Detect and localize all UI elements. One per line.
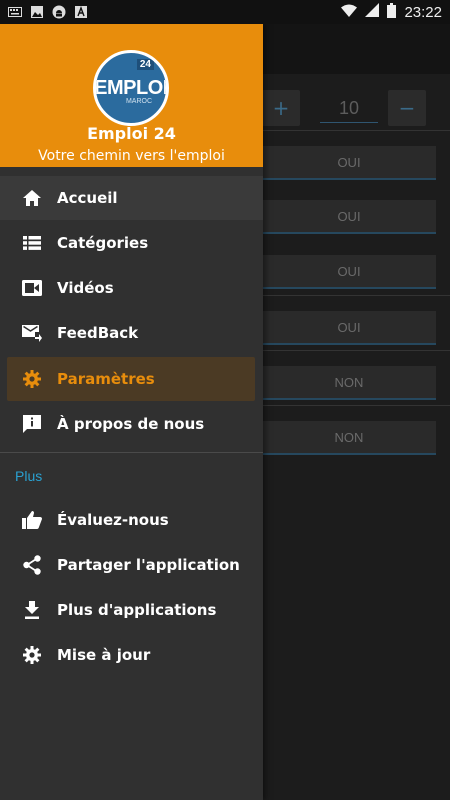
- menu-item-label: Catégories: [57, 234, 149, 252]
- wifi-icon: [341, 4, 358, 21]
- divider: [262, 350, 450, 351]
- menu-item-parametres[interactable]: Paramètres: [7, 357, 255, 401]
- menu-item-label: Mise à jour: [57, 646, 151, 664]
- menu-item-evaluez-nous[interactable]: Évaluez-nous: [0, 498, 263, 542]
- image-icon: [30, 6, 44, 18]
- menu-item-partager[interactable]: Partager l'application: [0, 543, 263, 587]
- battery-icon: [387, 2, 397, 22]
- menu-item-accueil[interactable]: Accueil: [0, 176, 263, 220]
- home-icon: [22, 188, 42, 208]
- logo-text: EMPLOI: [94, 77, 168, 99]
- logo-badge: 24: [136, 59, 154, 70]
- list-icon: [22, 233, 42, 253]
- toggle-button[interactable]: OUI: [262, 311, 436, 345]
- app-tagline: Votre chemin vers l'emploi: [38, 148, 225, 164]
- menu-item-label: À propos de nous: [57, 415, 205, 433]
- menu-item-a-propos[interactable]: À propos de nous: [0, 402, 263, 446]
- quantity-stepper: + 10 −: [262, 90, 450, 126]
- divider: [262, 295, 450, 296]
- share-icon: [22, 555, 42, 575]
- menu-item-label: Vidéos: [57, 279, 114, 297]
- menu-item-mise-a-jour[interactable]: Mise à jour: [0, 633, 263, 677]
- toggle-button[interactable]: NON: [262, 421, 436, 455]
- menu-item-label: Évaluez-nous: [57, 511, 169, 529]
- gear-icon: [22, 369, 42, 389]
- gear-icon: [22, 645, 42, 665]
- status-bar: 23:22: [0, 0, 450, 24]
- android-icon: [52, 5, 66, 19]
- logo-subtext: MAROC: [125, 98, 152, 105]
- menu-item-videos[interactable]: Vidéos: [0, 266, 263, 310]
- menu-item-feedback[interactable]: FeedBack: [0, 311, 263, 355]
- toggle-button[interactable]: OUI: [262, 255, 436, 289]
- drawer-header: 24 EMPLOI MAROC Emploi 24 Votre chemin v…: [0, 24, 263, 167]
- menu-item-label: Paramètres: [57, 370, 155, 388]
- menu-item-categories[interactable]: Catégories: [0, 221, 263, 265]
- signal-icon: [365, 3, 380, 21]
- stepper-value: 10: [320, 93, 378, 123]
- toggle-button[interactable]: OUI: [262, 146, 436, 180]
- toggle-button[interactable]: NON: [262, 366, 436, 400]
- video-icon: [22, 278, 42, 298]
- toggle-button[interactable]: OUI: [262, 200, 436, 234]
- increment-button[interactable]: +: [262, 90, 300, 126]
- divider: [262, 405, 450, 406]
- menu-item-label: Partager l'application: [57, 556, 240, 574]
- section-title-plus: Plus: [15, 468, 43, 484]
- app-logo: 24 EMPLOI MAROC: [93, 50, 169, 126]
- info-chat-icon: [22, 414, 42, 434]
- thumbs-up-icon: [22, 510, 42, 530]
- divider: [262, 130, 450, 131]
- menu-item-label: Plus d'applications: [57, 601, 217, 619]
- menu-item-label: FeedBack: [57, 324, 139, 342]
- menu-divider: [0, 452, 263, 453]
- keyboard-icon: [8, 6, 22, 18]
- menu-item-plus-applications[interactable]: Plus d'applications: [0, 588, 263, 632]
- navigation-drawer: 24 EMPLOI MAROC Emploi 24 Votre chemin v…: [0, 24, 263, 800]
- app-name: Emploi 24: [87, 124, 176, 143]
- download-icon: [22, 600, 42, 620]
- text-icon: [74, 6, 88, 18]
- mail-send-icon: [22, 323, 42, 343]
- status-time: 23:22: [404, 3, 442, 21]
- decrement-button[interactable]: −: [388, 90, 426, 126]
- menu-item-label: Accueil: [57, 189, 118, 207]
